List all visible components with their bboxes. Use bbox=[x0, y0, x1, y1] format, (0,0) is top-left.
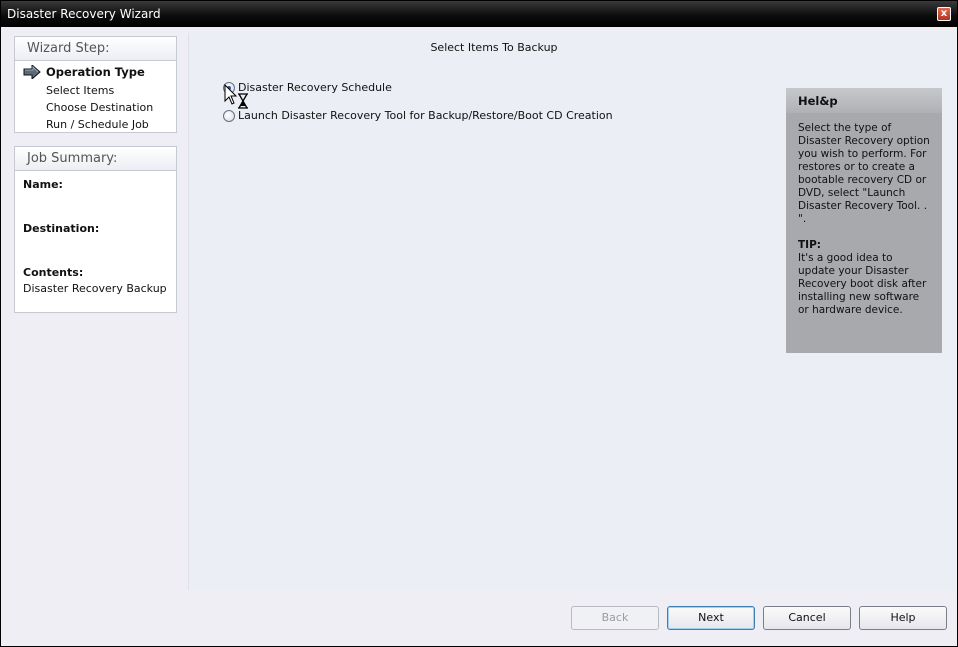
job-summary-panel: Job Summary: Name: Destination: Contents… bbox=[14, 146, 177, 313]
busy-cursor-icon bbox=[224, 84, 248, 109]
radio-label[interactable]: Disaster Recovery Schedule bbox=[238, 80, 392, 96]
job-summary-header: Job Summary: bbox=[15, 147, 176, 171]
wizard-steps-panel: Wizard Step: Operation Type Select Items… bbox=[14, 36, 177, 133]
summary-destination-label: Destination: bbox=[23, 222, 100, 235]
summary-contents-value: Disaster Recovery Backup bbox=[23, 282, 167, 295]
step-operation-type: Operation Type bbox=[15, 62, 176, 82]
current-step-arrow-icon bbox=[23, 65, 41, 79]
help-tip-label: TIP: bbox=[798, 239, 821, 251]
step-choose-destination: Choose Destination bbox=[15, 99, 176, 116]
back-button[interactable]: Back bbox=[571, 606, 659, 630]
summary-contents-label: Contents: bbox=[23, 266, 84, 279]
wizard-steps-list: Operation Type Select Items Choose Desti… bbox=[15, 61, 176, 133]
summary-destination-value bbox=[15, 237, 176, 253]
wizard-body: Wizard Step: Operation Type Select Items… bbox=[2, 27, 956, 645]
help-panel: Hel&p Select the type of Disaster Recove… bbox=[786, 88, 942, 353]
help-tip-text: It's a good idea to update your Disaster… bbox=[798, 252, 927, 316]
step-label: Select Items bbox=[46, 84, 115, 97]
cancel-button[interactable]: Cancel bbox=[763, 606, 851, 630]
step-label: Run / Schedule Job bbox=[46, 118, 149, 131]
title-bar[interactable]: Disaster Recovery Wizard x bbox=[1, 1, 957, 27]
wizard-steps-header: Wizard Step: bbox=[15, 37, 176, 61]
step-label: Choose Destination bbox=[46, 101, 154, 114]
help-text: Select the type of Disaster Recovery opt… bbox=[798, 122, 930, 225]
close-icon[interactable]: x bbox=[937, 7, 951, 21]
step-run-schedule-job: Run / Schedule Job bbox=[15, 116, 176, 133]
page-title: Select Items To Backup bbox=[430, 41, 558, 54]
window-title: Disaster Recovery Wizard bbox=[7, 7, 161, 21]
summary-name-label: Name: bbox=[23, 178, 63, 191]
help-button[interactable]: Help bbox=[859, 606, 947, 630]
help-body: Select the type of Disaster Recovery opt… bbox=[786, 113, 942, 317]
help-header: Hel&p bbox=[786, 88, 942, 113]
step-label: Operation Type bbox=[46, 65, 145, 79]
step-select-items: Select Items bbox=[15, 82, 176, 99]
next-button[interactable]: Next bbox=[667, 606, 755, 630]
wizard-window: Disaster Recovery Wizard x Wizard Step: … bbox=[0, 0, 958, 647]
summary-name-value bbox=[15, 193, 176, 209]
radio-label[interactable]: Launch Disaster Recovery Tool for Backup… bbox=[238, 108, 613, 124]
